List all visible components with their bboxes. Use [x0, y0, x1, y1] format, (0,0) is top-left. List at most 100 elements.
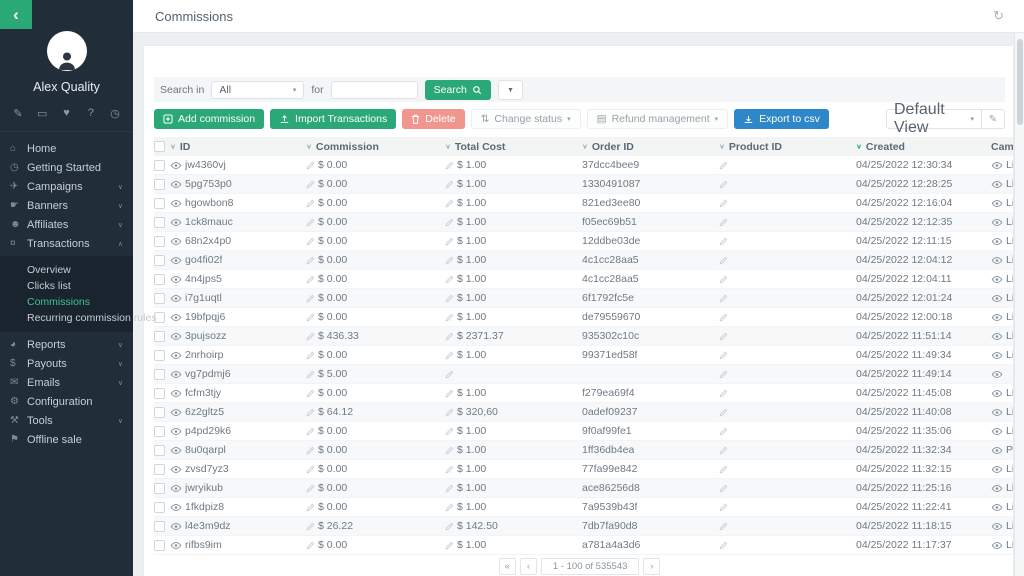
edit-product-id-icon[interactable] — [719, 408, 728, 417]
edit-product-id-icon[interactable] — [719, 370, 728, 379]
edit-product-id-icon[interactable] — [719, 427, 728, 436]
view-campaign-icon[interactable] — [991, 484, 1003, 493]
edit-product-id-icon[interactable] — [719, 332, 728, 341]
edit-product-id-icon[interactable] — [719, 446, 728, 455]
column-header-total-cost[interactable]: ∨ Total Cost — [445, 141, 582, 153]
view-campaign-icon[interactable] — [991, 332, 1003, 341]
row-checkbox[interactable] — [154, 255, 165, 266]
edit-commission-icon[interactable] — [306, 484, 315, 493]
edit-total-cost-icon[interactable] — [445, 199, 454, 208]
next-page-button[interactable]: › — [643, 558, 660, 575]
edit-product-id-icon[interactable] — [719, 237, 728, 246]
favorites-icon[interactable]: ♥ — [60, 107, 74, 120]
view-commission-icon[interactable] — [170, 161, 182, 170]
sidebar-item-emails[interactable]: ✉ Emails ∨ — [0, 373, 133, 392]
view-campaign-icon[interactable] — [991, 522, 1003, 531]
edit-total-cost-icon[interactable] — [445, 218, 454, 227]
edit-commission-icon[interactable] — [306, 180, 315, 189]
add-commission-button[interactable]: Add commission — [154, 109, 264, 129]
view-commission-icon[interactable] — [170, 427, 182, 436]
edit-commission-icon[interactable] — [306, 161, 315, 170]
search-button[interactable]: Search — [425, 80, 491, 100]
edit-total-cost-icon[interactable] — [445, 541, 454, 550]
edit-product-id-icon[interactable] — [719, 161, 728, 170]
edit-total-cost-icon[interactable] — [445, 370, 454, 379]
scrollbar-thumb[interactable] — [1017, 39, 1023, 125]
row-checkbox[interactable] — [154, 331, 165, 342]
view-campaign-icon[interactable] — [991, 313, 1003, 322]
row-checkbox[interactable] — [154, 388, 165, 399]
screen-icon[interactable]: ▭ — [35, 107, 49, 120]
view-commission-icon[interactable] — [170, 503, 182, 512]
edit-commission-icon[interactable] — [306, 522, 315, 531]
edit-total-cost-icon[interactable] — [445, 294, 454, 303]
select-all-checkbox[interactable] — [154, 141, 165, 152]
submenu-item-commissions[interactable]: Commissions — [0, 294, 133, 310]
view-campaign-icon[interactable] — [991, 465, 1003, 474]
view-campaign-icon[interactable] — [991, 389, 1003, 398]
edit-total-cost-icon[interactable] — [445, 484, 454, 493]
export-csv-button[interactable]: Export to csv — [734, 109, 829, 129]
row-checkbox[interactable] — [154, 217, 165, 228]
edit-commission-icon[interactable] — [306, 389, 315, 398]
view-campaign-icon[interactable] — [991, 503, 1003, 512]
column-header-commission[interactable]: ∨ Commission — [306, 141, 445, 153]
search-input[interactable] — [331, 81, 418, 99]
edit-product-id-icon[interactable] — [719, 275, 728, 284]
view-commission-icon[interactable] — [170, 275, 182, 284]
edit-total-cost-icon[interactable] — [445, 351, 454, 360]
column-header-order-id[interactable]: ∨ Order ID — [582, 141, 719, 153]
edit-total-cost-icon[interactable] — [445, 522, 454, 531]
view-campaign-icon[interactable] — [991, 408, 1003, 417]
edit-product-id-icon[interactable] — [719, 180, 728, 189]
view-campaign-icon[interactable] — [991, 237, 1003, 246]
edit-total-cost-icon[interactable] — [445, 332, 454, 341]
avatar[interactable] — [47, 31, 87, 71]
view-campaign-icon[interactable] — [991, 446, 1003, 455]
edit-commission-icon[interactable] — [306, 237, 315, 246]
help-icon[interactable]: ? — [84, 107, 98, 120]
row-checkbox[interactable] — [154, 236, 165, 247]
row-checkbox[interactable] — [154, 483, 165, 494]
view-commission-icon[interactable] — [170, 313, 182, 322]
prev-page-button[interactable]: ‹ — [520, 558, 537, 575]
column-header-campaign[interactable]: Campaign — [991, 141, 1014, 153]
view-campaign-icon[interactable] — [991, 180, 1003, 189]
sidebar-item-offline-sale[interactable]: ⚑ Offline sale — [0, 430, 133, 449]
edit-product-id-icon[interactable] — [719, 199, 728, 208]
view-commission-icon[interactable] — [170, 370, 182, 379]
submenu-item-overview[interactable]: Overview — [0, 262, 133, 278]
row-checkbox[interactable] — [154, 369, 165, 380]
column-header-id[interactable]: ∨ ID — [170, 141, 306, 153]
edit-product-id-icon[interactable] — [719, 522, 728, 531]
change-status-button[interactable]: ⇅ Change status ▾ — [471, 109, 581, 129]
view-commission-icon[interactable] — [170, 332, 182, 341]
view-commission-icon[interactable] — [170, 351, 182, 360]
sidebar-item-banners[interactable]: ☛ Banners ∨ — [0, 196, 133, 215]
edit-commission-icon[interactable] — [306, 541, 315, 550]
edit-total-cost-icon[interactable] — [445, 275, 454, 284]
edit-product-id-icon[interactable] — [719, 541, 728, 550]
view-commission-icon[interactable] — [170, 484, 182, 493]
edit-product-id-icon[interactable] — [719, 465, 728, 474]
view-commission-icon[interactable] — [170, 446, 182, 455]
edit-commission-icon[interactable] — [306, 332, 315, 341]
edit-total-cost-icon[interactable] — [445, 465, 454, 474]
refund-management-button[interactable]: ▤ Refund management ▾ — [587, 109, 729, 129]
row-checkbox[interactable] — [154, 350, 165, 361]
view-campaign-icon[interactable] — [991, 256, 1003, 265]
edit-product-id-icon[interactable] — [719, 256, 728, 265]
edit-product-id-icon[interactable] — [719, 351, 728, 360]
edit-commission-icon[interactable] — [306, 408, 315, 417]
view-commission-icon[interactable] — [170, 541, 182, 550]
view-campaign-icon[interactable] — [991, 275, 1003, 284]
sidebar-item-reports[interactable]: ◕ Reports ∨ — [0, 335, 133, 354]
timer-icon[interactable]: ◷ — [108, 107, 122, 120]
view-commission-icon[interactable] — [170, 389, 182, 398]
column-header-product-id[interactable]: ∨ Product ID — [719, 141, 856, 153]
edit-total-cost-icon[interactable] — [445, 408, 454, 417]
row-checkbox[interactable] — [154, 160, 165, 171]
sidebar-item-tools[interactable]: ⚒ Tools ∨ — [0, 411, 133, 430]
view-commission-icon[interactable] — [170, 180, 182, 189]
row-checkbox[interactable] — [154, 445, 165, 456]
